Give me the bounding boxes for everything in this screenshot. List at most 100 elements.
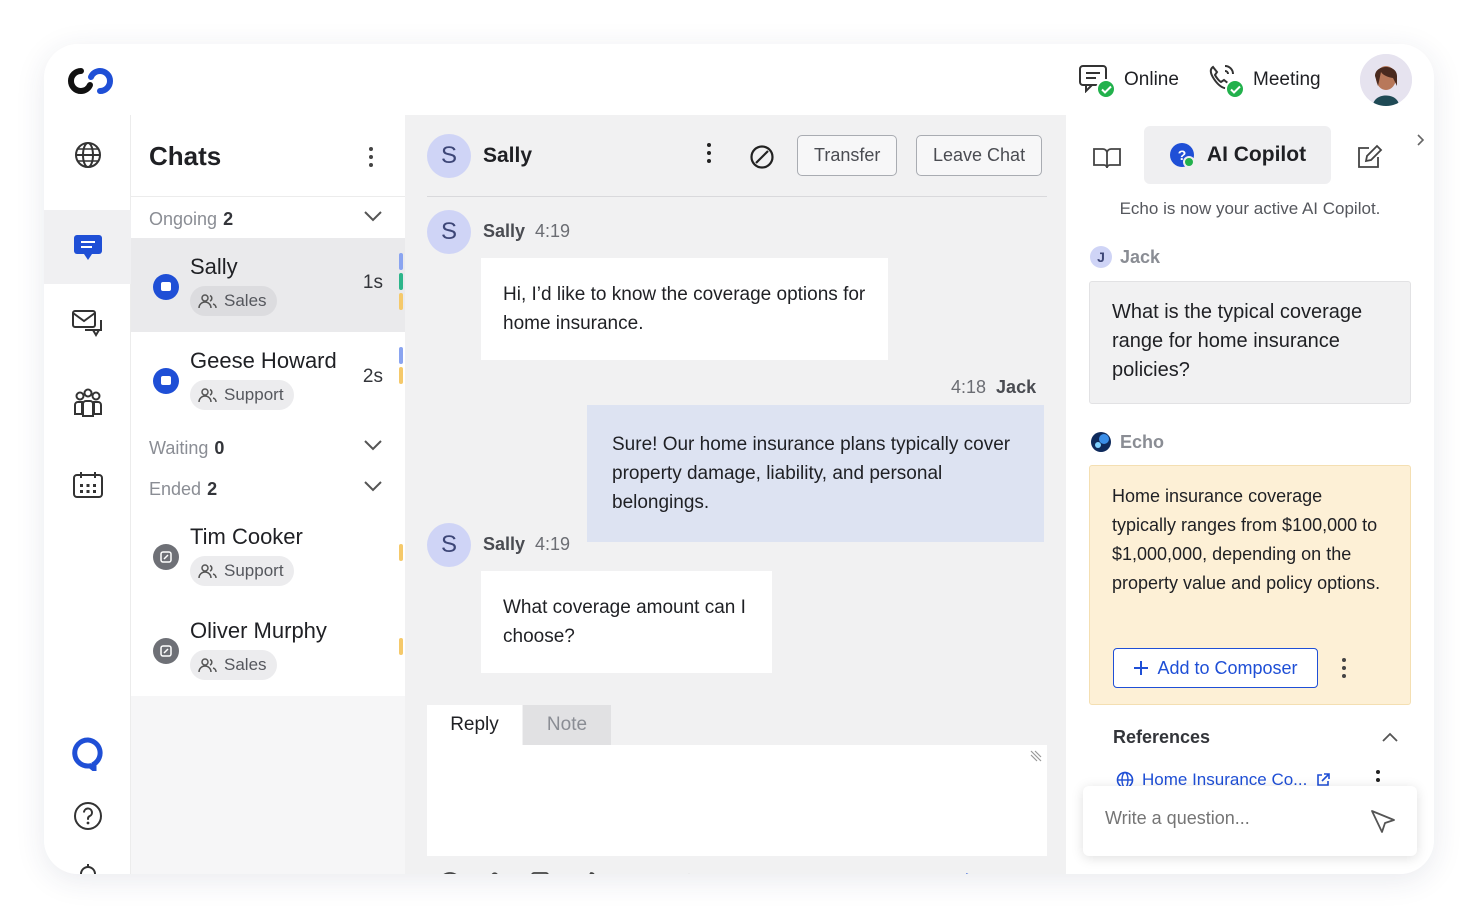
- section-ongoing-count: 2: [223, 209, 234, 229]
- chat-item-tag-label: Support: [224, 385, 284, 404]
- add-to-composer-button[interactable]: Add to Composer: [1113, 648, 1318, 688]
- message-sender: Jack: [996, 377, 1037, 397]
- nav-help[interactable]: [44, 786, 131, 846]
- chat-item-time: 2s: [362, 366, 383, 387]
- chat-status-icon: [153, 368, 179, 394]
- transfer-button[interactable]: Transfer: [797, 135, 898, 176]
- edit-note-icon[interactable]: [1356, 143, 1384, 171]
- chat-item-indicators: [399, 253, 403, 310]
- message-time: 4:18: [951, 377, 987, 397]
- app-window: Online Meeting Chats Ongoing 2 Sally Sal…: [44, 44, 1434, 874]
- section-waiting[interactable]: Waiting 0: [131, 426, 405, 467]
- chat-item-tag: Support: [190, 556, 294, 586]
- chat-item-indicators: [399, 347, 403, 384]
- group-icon: [198, 658, 217, 673]
- chat-item-tag: Sales: [190, 286, 277, 316]
- chat-list-header: Chats: [131, 115, 405, 197]
- message-sender: Sally: [483, 221, 526, 241]
- chat-item-indicators: [399, 638, 403, 655]
- chat-item-oliver-murphy[interactable]: Oliver Murphy Sales: [131, 602, 405, 696]
- copilot-panel: ? AI Copilot Echo is now your active AI …: [1066, 115, 1434, 874]
- chat-item-tag: Sales: [190, 650, 277, 680]
- block-icon[interactable]: [749, 144, 775, 170]
- brand-chat-icon: [71, 737, 103, 771]
- answer-author: Echo: [1090, 431, 1164, 453]
- resize-handle-icon[interactable]: [1029, 749, 1043, 763]
- chat-item-tim-cooker[interactable]: Tim Cooker Support: [131, 508, 405, 602]
- send-question-icon[interactable]: [1369, 808, 1397, 836]
- question-author-avatar: J: [1090, 246, 1112, 268]
- nav-globe[interactable]: [44, 125, 131, 185]
- chat-item-tag-label: Sales: [224, 655, 267, 674]
- section-ongoing-label: Ongoing: [149, 209, 218, 229]
- link-icon[interactable]: [624, 870, 652, 874]
- chat-item-sally[interactable]: Sally Sales 1s: [131, 238, 405, 332]
- online-label: Online: [1124, 69, 1179, 90]
- tab-ai-copilot-label: AI Copilot: [1206, 143, 1307, 166]
- tab-ai-copilot[interactable]: ? AI Copilot: [1144, 126, 1331, 184]
- answer-author-name: Echo: [1120, 431, 1165, 452]
- chat-item-indicators: [399, 544, 403, 561]
- section-ended-label: Ended: [149, 479, 202, 499]
- globe-icon: [74, 142, 101, 168]
- section-ongoing[interactable]: Ongoing 2: [131, 197, 405, 238]
- send-icon[interactable]: [963, 870, 991, 874]
- nav-chats[interactable]: [44, 210, 131, 284]
- app-logo: [68, 67, 113, 95]
- book-icon[interactable]: [1092, 146, 1122, 170]
- reply-composer[interactable]: [427, 745, 1047, 856]
- chat-item-geese-howard[interactable]: Geese Howard Support 2s: [131, 332, 405, 426]
- message-sender: Sally: [483, 534, 526, 554]
- attachment-icon[interactable]: [485, 870, 507, 874]
- add-to-composer-label: Add to Composer: [1157, 657, 1298, 678]
- echo-logo-icon: [1091, 432, 1111, 452]
- copilot-icon: ?: [1169, 143, 1195, 168]
- conversation-menu-icon[interactable]: [707, 143, 711, 163]
- group-icon: [198, 294, 217, 309]
- section-ended[interactable]: Ended 2: [131, 467, 405, 508]
- answer-menu-icon[interactable]: [1342, 658, 1346, 678]
- thumbs-up-icon[interactable]: [578, 870, 604, 874]
- leave-chat-button[interactable]: Leave Chat: [916, 135, 1043, 176]
- chat-item-tag-label: Support: [224, 561, 284, 580]
- conversation-header: S Sally Transfer Leave Chat: [427, 115, 1047, 197]
- ask-copilot-box: [1083, 786, 1417, 856]
- message-bubble-customer: What coverage amount can I choose?: [481, 571, 772, 673]
- emoji-icon[interactable]: [437, 871, 463, 874]
- ai-write-icon[interactable]: [671, 869, 699, 874]
- chat-list-title: Chats: [149, 141, 222, 171]
- chevron-right-icon[interactable]: [1416, 133, 1426, 147]
- chevron-down-icon: [364, 211, 382, 222]
- online-status[interactable]: Online: [1078, 63, 1179, 99]
- chat-status-icon: [1078, 63, 1116, 99]
- message-bubble-customer: Hi, I’d like to know the coverage option…: [481, 258, 888, 360]
- chat-ended-icon: [153, 544, 179, 570]
- tab-reply[interactable]: Reply: [427, 705, 522, 745]
- contact-name: Sally: [483, 144, 533, 167]
- chat-list-menu-icon[interactable]: [369, 147, 373, 167]
- chat-item-name: Tim Cooker: [190, 524, 303, 549]
- translate-icon[interactable]: [530, 870, 560, 874]
- meeting-label: Meeting: [1253, 69, 1321, 90]
- message-meta: Sally 4:19: [483, 534, 570, 555]
- nav-calendar[interactable]: [44, 455, 131, 515]
- message-bubble-agent: Sure! Our home insurance plans typically…: [587, 405, 1044, 542]
- contact-avatar: S: [427, 134, 471, 178]
- nav-notifications[interactable]: [44, 847, 131, 874]
- chat-item-name: Sally: [190, 254, 238, 279]
- meeting-status[interactable]: Meeting: [1207, 63, 1321, 99]
- composer-toolbar: [427, 865, 1047, 874]
- nav-messages[interactable]: [44, 293, 131, 353]
- nav-brand[interactable]: [44, 724, 131, 784]
- nav-team[interactable]: [44, 373, 131, 433]
- user-avatar[interactable]: [1360, 54, 1412, 106]
- messages-icon: [71, 310, 102, 337]
- tab-note[interactable]: Note: [523, 705, 611, 745]
- team-icon: [73, 388, 102, 417]
- chevron-up-icon[interactable]: [1381, 731, 1399, 743]
- section-waiting-count: 0: [214, 438, 225, 458]
- ask-question-input[interactable]: [1105, 808, 1335, 829]
- copilot-notice: Echo is now your active AI Copilot.: [1119, 199, 1381, 218]
- question-author-name: Jack: [1120, 246, 1161, 267]
- group-icon: [198, 388, 217, 403]
